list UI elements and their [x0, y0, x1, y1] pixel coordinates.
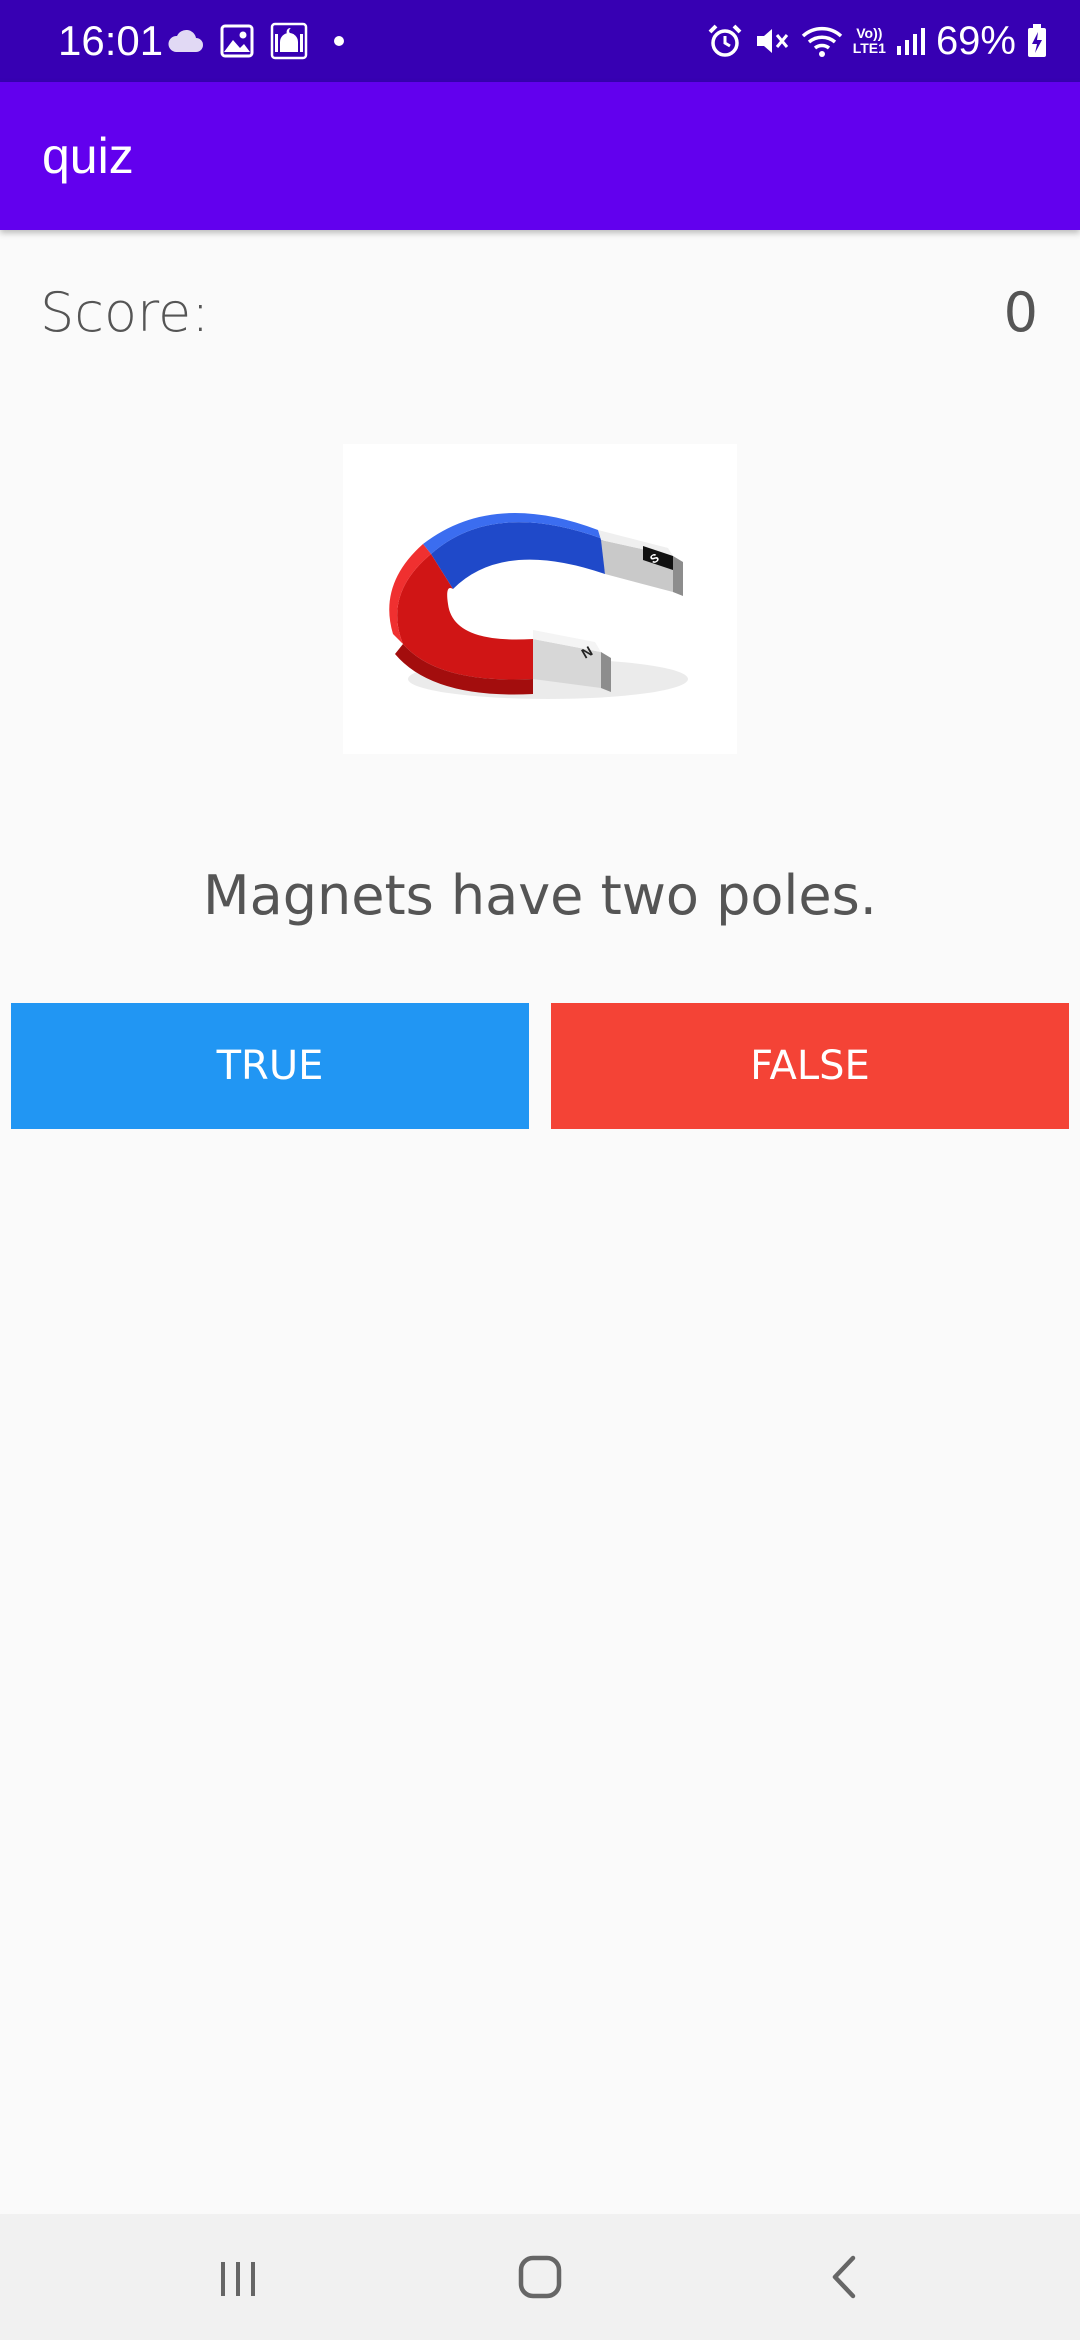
false-button[interactable]: FALSE [551, 1003, 1069, 1129]
cloud-icon [168, 29, 203, 52]
horseshoe-magnet-icon: N S [389, 512, 688, 699]
score-value: 0 [1003, 281, 1038, 344]
status-time: 16:01 [58, 17, 164, 64]
dot-icon [334, 36, 344, 46]
recent-apps-icon[interactable] [203, 2244, 273, 2310]
back-icon[interactable] [809, 2244, 879, 2310]
true-button[interactable]: TRUE [11, 1003, 529, 1129]
volte-label-bottom: LTE1 [852, 40, 886, 56]
wifi-icon [801, 26, 842, 57]
app-bar: quiz [0, 82, 1080, 230]
battery-percent: 69% [935, 19, 1016, 63]
mosque-icon [270, 22, 308, 60]
status-left-icons [166, 20, 344, 62]
status-bar: 16:01 Vo)) LTE1 69% [0, 0, 1080, 82]
home-icon[interactable] [505, 2244, 575, 2310]
signal-icon [896, 28, 925, 55]
nav-bar [0, 2214, 1080, 2340]
question-image: N S [343, 444, 737, 754]
volte-icon: Vo)) LTE1 [853, 26, 886, 56]
image-icon [220, 24, 254, 58]
app-title: quiz [42, 128, 134, 184]
alarm-icon [708, 24, 742, 57]
question-text: Magnets have two poles. [203, 864, 877, 927]
battery-charging-icon [1028, 24, 1046, 57]
vibrate-mute-icon [756, 29, 788, 53]
status-right-icons: Vo)) LTE1 69% [707, 14, 1048, 68]
volte-label-top: Vo)) [856, 25, 883, 41]
score-label: Score: [40, 281, 210, 344]
